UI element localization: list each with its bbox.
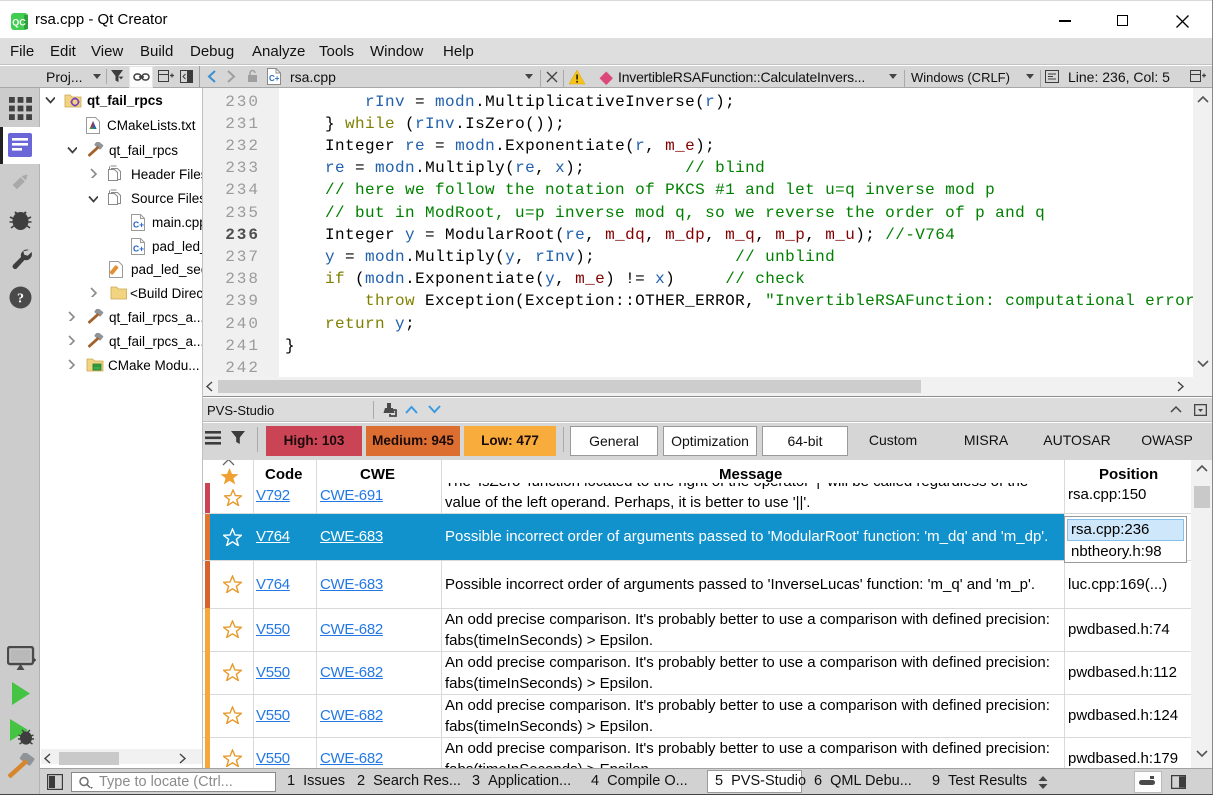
svg-text:C+: C+ [269,74,280,83]
svg-text:C+: C+ [133,244,144,254]
svg-text:QC: QC [12,18,26,28]
svg-text:C+: C+ [133,220,144,230]
svg-text:?: ? [17,292,24,307]
